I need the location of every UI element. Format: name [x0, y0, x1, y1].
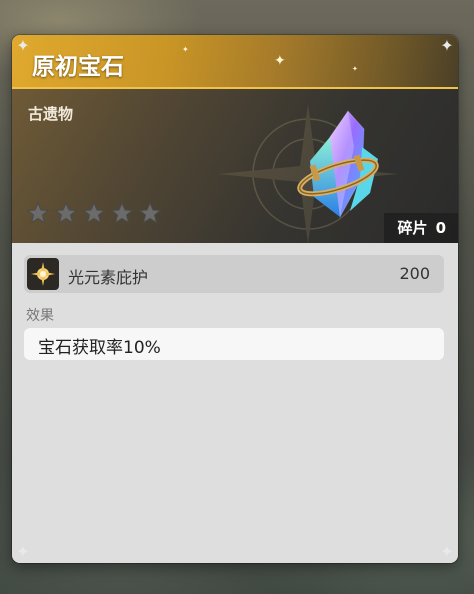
light-element-icon [27, 258, 59, 290]
sparkle-icon: ✦ [352, 65, 358, 73]
sparkle-icon: ✦ [182, 45, 189, 54]
primal-gem-icon [297, 110, 379, 219]
item-details: 光元素庇护 200 效果 宝石获取率10% [12, 243, 458, 563]
fragment-count-badge: 碎片 0 [383, 213, 458, 243]
corner-ornament-icon: ✦ [440, 36, 454, 55]
item-title: 原初宝石 [32, 54, 124, 80]
star-empty-icon [138, 201, 162, 224]
fragment-label: 碎片 [397, 219, 428, 237]
item-hero: 古遗物 碎片 0 [12, 89, 458, 243]
corner-ornament-icon: ✦ [16, 542, 30, 561]
item-category: 古遗物 [28, 105, 74, 123]
star-empty-icon [54, 201, 78, 224]
corner-ornament-icon: ✦ [16, 36, 30, 55]
title-bar: ✦ ✦ ✦ 原初宝石 [12, 35, 458, 89]
fragment-count: 0 [435, 219, 446, 237]
item-detail-card: ✦ ✦ ✦ ✦ ✦ ✦ ✦ 原初宝石 古遗物 碎片 0 光元素庇护 200 效果… [12, 35, 458, 563]
corner-ornament-icon: ✦ [440, 542, 454, 561]
element-attribute-row: 光元素庇护 200 [24, 255, 444, 293]
star-empty-icon [26, 201, 50, 224]
star-empty-icon [110, 201, 134, 224]
effect-box: 宝石获取率10% [24, 328, 444, 360]
effect-text: 宝石获取率10% [38, 338, 161, 358]
rarity-stars [26, 201, 162, 225]
element-name: 光元素庇护 [68, 268, 149, 287]
effect-heading: 效果 [26, 308, 54, 324]
element-value: 200 [399, 264, 430, 283]
sparkle-icon: ✦ [274, 53, 286, 69]
star-empty-icon [82, 201, 106, 224]
